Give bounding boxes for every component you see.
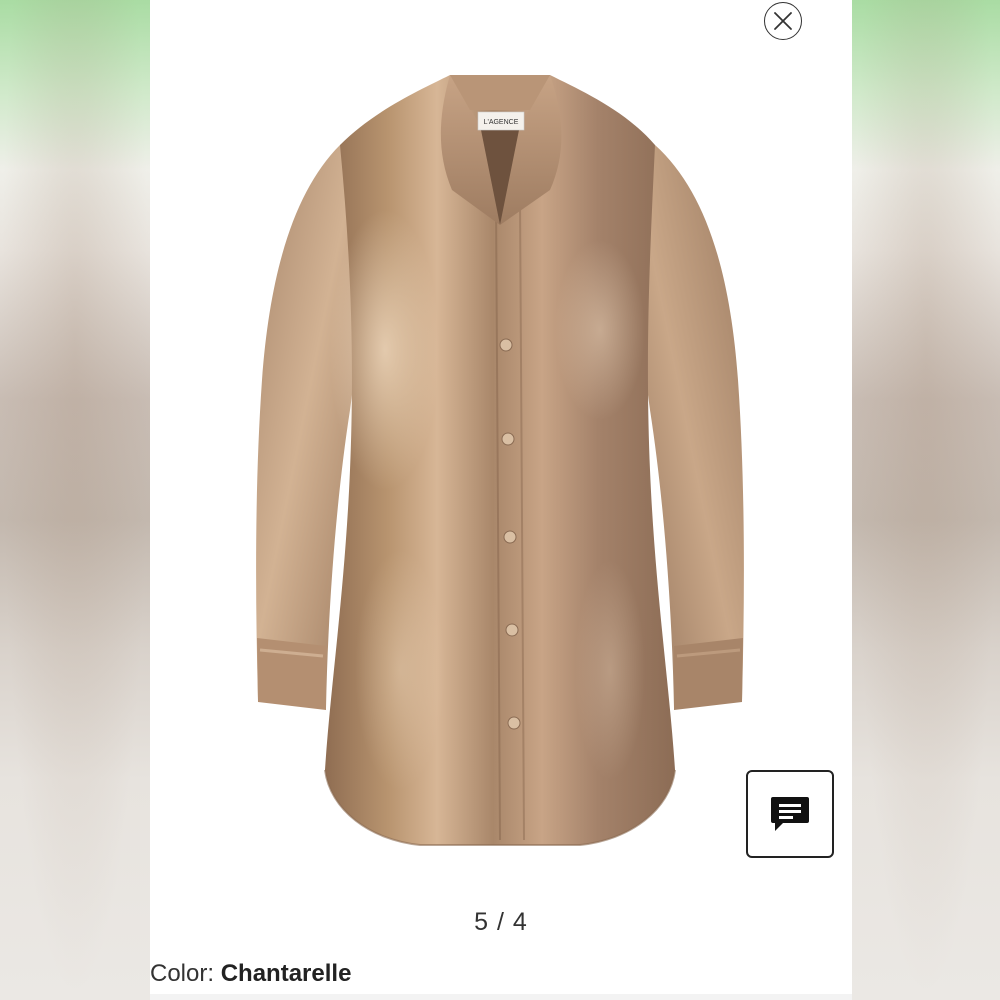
color-label: Color:: [150, 960, 215, 987]
chat-button[interactable]: [746, 770, 834, 858]
color-info: Color: Chantarelle: [150, 960, 351, 988]
divider: [150, 994, 852, 1000]
close-icon: [774, 12, 792, 30]
chat-icon: [771, 797, 809, 831]
close-button[interactable]: [764, 2, 802, 40]
blurred-backdrop-right: [852, 0, 1000, 1000]
blurred-backdrop-left: [0, 0, 150, 1000]
product-image-viewer: L'AGENCE 5 / 4 Color: Chantarelle: [150, 0, 852, 1000]
image-pager: 5 / 4: [474, 908, 528, 936]
product-image-satin-shirt: L'AGENCE: [256, 75, 744, 846]
garment-label-text: L'AGENCE: [484, 119, 519, 126]
color-value: Chantarelle: [220, 960, 352, 987]
